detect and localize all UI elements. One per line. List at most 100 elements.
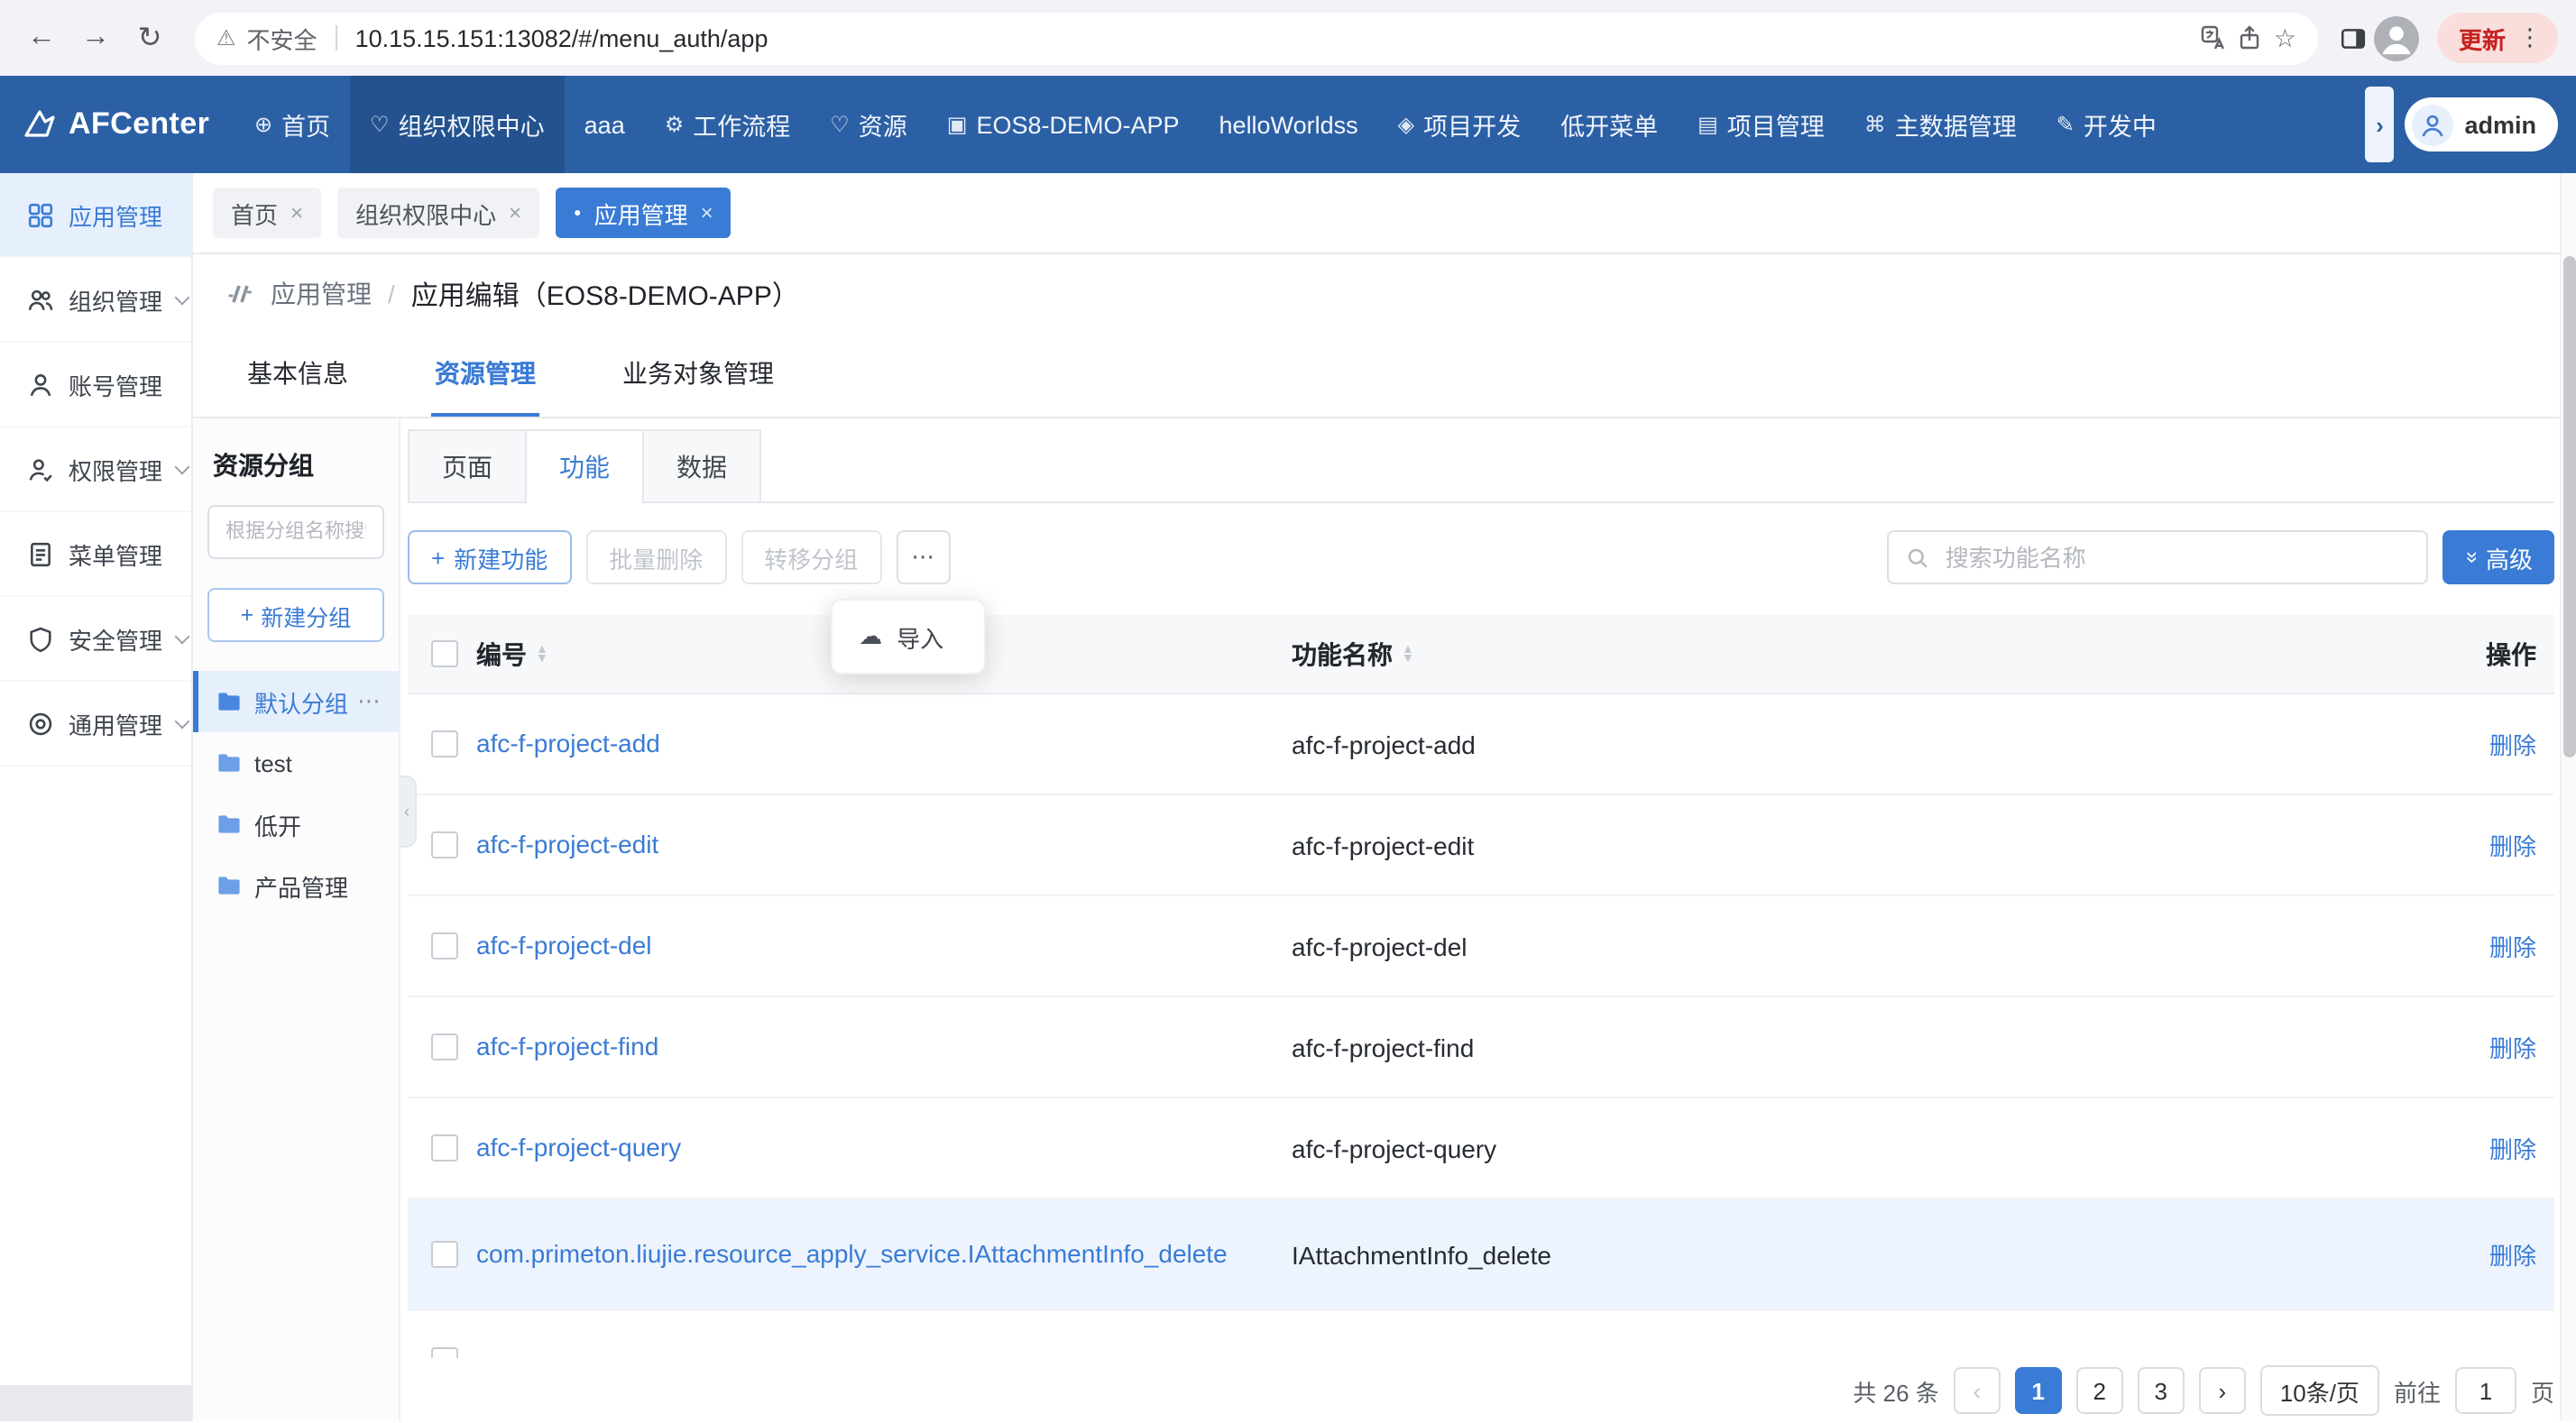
- sidebar-footer: [0, 1385, 191, 1421]
- table-row: afc-f-project-find afc-f-project-find 删除: [408, 997, 2554, 1098]
- nav-item-home[interactable]: ⊕首页: [235, 76, 350, 173]
- new-group-button[interactable]: + 新建分组: [207, 588, 384, 642]
- row-checkbox[interactable]: [431, 831, 458, 858]
- tab-chip-org-auth-center[interactable]: 组织权限中心 ×: [337, 188, 539, 238]
- import-menu-item[interactable]: ☁ 导入: [832, 610, 983, 664]
- app-header: AFCenter ⊕首页 ♡组织权限中心 aaa ⚙工作流程 ♡资源 ▣EOS8…: [0, 76, 2576, 173]
- sidebar-item-app-mgmt[interactable]: 应用管理: [0, 173, 191, 258]
- address-bar[interactable]: ⚠ 不安全 10.15.15.151:13082/#/menu_auth/app…: [195, 12, 2318, 64]
- forward-button[interactable]: →: [72, 14, 119, 61]
- group-item-product-mgmt[interactable]: 产品管理: [193, 855, 399, 916]
- split-view-icon[interactable]: [2340, 24, 2367, 51]
- nav-item-project-mgmt[interactable]: ▤项目管理: [1678, 76, 1845, 173]
- group-search-input[interactable]: [222, 519, 370, 545]
- function-id-link[interactable]: afc-f-project-edit: [476, 826, 1292, 864]
- row-checkbox[interactable]: [431, 1347, 458, 1358]
- group-item-test[interactable]: test: [193, 732, 399, 794]
- delete-link[interactable]: 删除: [2381, 1237, 2554, 1272]
- browser-profile-avatar[interactable]: [2374, 15, 2419, 60]
- row-checkbox[interactable]: [431, 1033, 458, 1060]
- sidebar-item-account-mgmt[interactable]: 账号管理: [0, 343, 191, 427]
- tab-page-resources[interactable]: 页面: [408, 429, 527, 501]
- tab-resource-mgmt[interactable]: 资源管理: [431, 334, 539, 417]
- page-button-2[interactable]: 2: [2076, 1367, 2123, 1414]
- update-button[interactable]: 更新 ⋮: [2437, 13, 2558, 63]
- row-checkbox[interactable]: [431, 932, 458, 959]
- nav-item-workflow[interactable]: ⚙工作流程: [645, 76, 811, 173]
- nav-item-resource[interactable]: ♡资源: [810, 76, 927, 173]
- select-all-checkbox[interactable]: [431, 640, 458, 667]
- delete-link[interactable]: 删除: [2381, 1030, 2554, 1064]
- table-row-partial: [408, 1311, 2554, 1358]
- group-item-default[interactable]: 默认分组 ⋯: [193, 671, 399, 732]
- nav-item-eos8-demo-app[interactable]: ▣EOS8-DEMO-APP: [927, 76, 1200, 173]
- delete-link[interactable]: 删除: [2381, 828, 2554, 862]
- sidebar-item-org-mgmt[interactable]: 组织管理: [0, 258, 191, 343]
- close-icon[interactable]: ×: [290, 200, 303, 225]
- function-id-link[interactable]: afc-f-project-add: [476, 725, 1292, 763]
- tab-business-object-mgmt[interactable]: 业务对象管理: [619, 334, 777, 417]
- breadcrumb-parent[interactable]: 应用管理: [271, 276, 372, 312]
- delete-link[interactable]: 删除: [2381, 727, 2554, 761]
- prev-page-button[interactable]: ‹: [1954, 1367, 2001, 1414]
- row-checkbox[interactable]: [431, 730, 458, 757]
- back-button[interactable]: ←: [18, 14, 65, 61]
- function-id-link[interactable]: com.primeton.liujie.resource_apply_servi…: [476, 1235, 1292, 1273]
- new-function-button[interactable]: + 新建功能: [408, 530, 571, 584]
- nav-item-developing[interactable]: ✎开发中: [2037, 76, 2176, 173]
- nav-item-helloworldss[interactable]: helloWorldss: [1200, 76, 1378, 173]
- nav-overflow-arrow[interactable]: ›: [2365, 87, 2394, 162]
- batch-delete-button[interactable]: 批量删除: [585, 530, 726, 584]
- row-checkbox[interactable]: [431, 1134, 458, 1161]
- row-checkbox[interactable]: [431, 1241, 458, 1268]
- tab-basic-info[interactable]: 基本信息: [244, 334, 352, 417]
- nav-item-aaa[interactable]: aaa: [565, 76, 645, 173]
- panel-collapse-handle[interactable]: ‹: [399, 776, 417, 848]
- sort-icon[interactable]: ▲▼: [1402, 645, 1414, 663]
- page-button-1[interactable]: 1: [2015, 1367, 2062, 1414]
- page-size-select[interactable]: 10条/页: [2260, 1365, 2379, 1416]
- function-id-link[interactable]: afc-f-project-find: [476, 1028, 1292, 1066]
- tab-function-resources[interactable]: 功能: [525, 429, 644, 501]
- advanced-search-button[interactable]: « 高级: [2443, 530, 2554, 584]
- globe-icon: ⊕: [254, 112, 272, 137]
- next-page-button[interactable]: ›: [2199, 1367, 2246, 1414]
- group-search-box[interactable]: [207, 505, 384, 559]
- tab-data-resources[interactable]: 数据: [642, 429, 761, 501]
- page-scrollbar[interactable]: [2560, 173, 2576, 1421]
- share-icon[interactable]: [2238, 25, 2263, 50]
- close-icon[interactable]: ×: [701, 200, 713, 225]
- sidebar-item-general-mgmt[interactable]: 通用管理: [0, 682, 191, 767]
- nav-item-org-auth-center[interactable]: ♡组织权限中心: [350, 76, 565, 173]
- user-menu[interactable]: admin: [2405, 97, 2558, 151]
- sidebar-item-menu-mgmt[interactable]: 菜单管理: [0, 512, 191, 597]
- sort-icon[interactable]: ▲▼: [536, 645, 548, 663]
- scrollbar-thumb[interactable]: [2563, 256, 2576, 757]
- nav-item-lowcode-menu[interactable]: 低开菜单: [1541, 76, 1678, 173]
- close-icon[interactable]: ×: [509, 200, 521, 225]
- nav-item-master-data-mgmt[interactable]: ⌘主数据管理: [1845, 76, 2037, 173]
- goto-page-input[interactable]: [2455, 1367, 2516, 1414]
- transfer-group-button[interactable]: 转移分组: [741, 530, 881, 584]
- more-actions-button[interactable]: ⋯ ☁ 导入: [896, 530, 950, 584]
- delete-link[interactable]: 删除: [2381, 929, 2554, 963]
- nav-item-project-dev[interactable]: ◈项目开发: [1378, 76, 1541, 173]
- reload-button[interactable]: ↻: [126, 14, 173, 61]
- tab-chip-app-mgmt[interactable]: ● 应用管理 ×: [556, 188, 731, 238]
- browser-menu-icon[interactable]: ⋮: [2518, 23, 2542, 52]
- function-id-link[interactable]: afc-f-project-query: [476, 1129, 1292, 1167]
- group-more-icon[interactable]: ⋯: [357, 687, 382, 716]
- sidebar-item-permission-mgmt[interactable]: 权限管理: [0, 427, 191, 512]
- browser-toolbar: ← → ↻ ⚠ 不安全 10.15.15.151:13082/#/menu_au…: [0, 0, 2576, 76]
- app-logo[interactable]: AFCenter: [0, 106, 213, 142]
- function-search-input[interactable]: [1942, 542, 2409, 573]
- sidebar-item-security-mgmt[interactable]: 安全管理: [0, 597, 191, 682]
- bookmark-star-icon[interactable]: ☆: [2274, 23, 2296, 53]
- function-search-box[interactable]: [1888, 530, 2429, 584]
- group-item-lowcode[interactable]: 低开: [193, 794, 399, 855]
- delete-link[interactable]: 删除: [2381, 1131, 2554, 1165]
- page-button-3[interactable]: 3: [2138, 1367, 2185, 1414]
- function-id-link[interactable]: afc-f-project-del: [476, 927, 1292, 965]
- tab-chip-home[interactable]: 首页 ×: [213, 188, 321, 238]
- translate-icon[interactable]: [2202, 25, 2227, 50]
